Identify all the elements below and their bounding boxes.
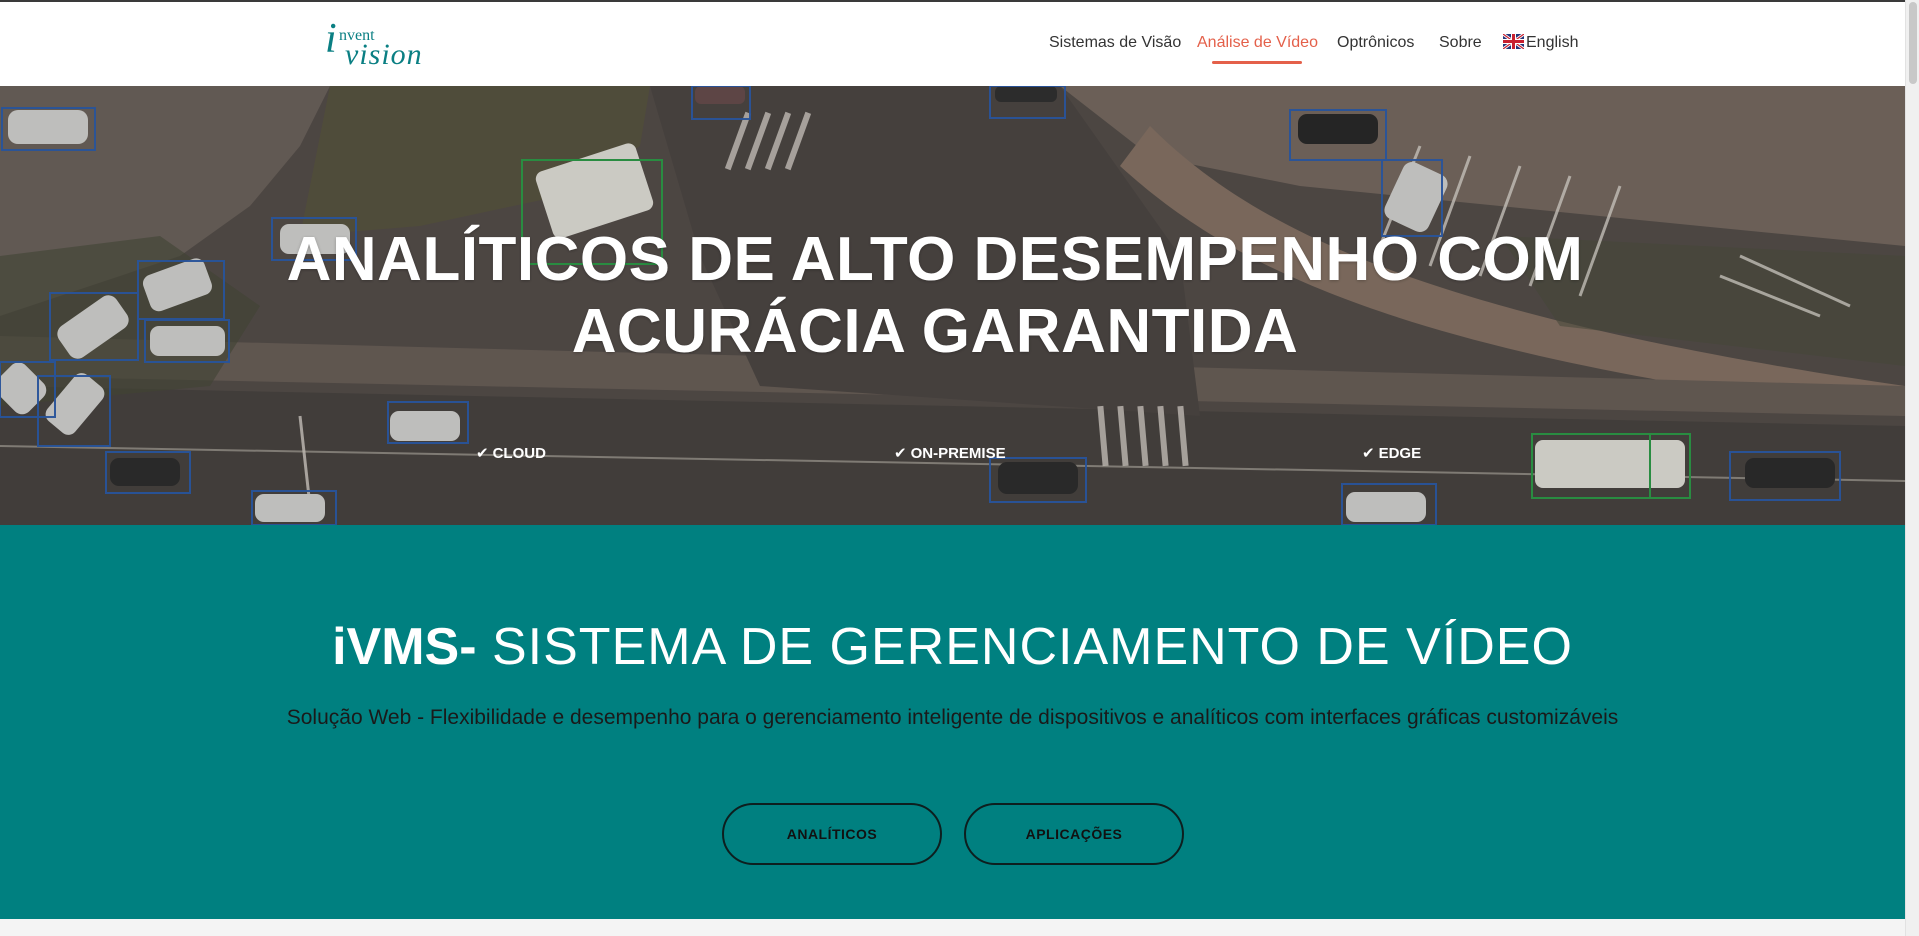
nav-sistemas-de-visao[interactable]: Sistemas de Visão: [1049, 33, 1181, 53]
nav-analise-de-video[interactable]: Análise de Vídeo: [1197, 33, 1318, 53]
feature-on-premise: ✔ ON-PREMISE: [894, 445, 1006, 463]
feature-cloud: ✔ CLOUD: [476, 445, 546, 463]
uk-flag-icon: [1503, 34, 1524, 49]
scrollbar-thumb[interactable]: [1909, 2, 1917, 84]
analiticos-button[interactable]: ANALÍTICOS: [722, 803, 942, 865]
aplicacoes-button[interactable]: APLICAÇÕES: [964, 803, 1184, 865]
ivms-title-text: SISTEMA DE GERENCIAMENTO DE VÍDEO: [476, 618, 1573, 676]
nav-sobre[interactable]: Sobre: [1439, 33, 1482, 53]
ivms-section: iVMS- SISTEMA DE GERENCIAMENTO DE VÍDEO …: [0, 525, 1905, 919]
nav-optronicos[interactable]: Optrônicos: [1337, 33, 1414, 53]
active-nav-underline: [1212, 61, 1302, 64]
invent-vision-logo[interactable]: i nvent vision: [325, 18, 435, 74]
feature-edge: ✔ EDGE: [1362, 445, 1421, 463]
nav-english[interactable]: English: [1503, 33, 1578, 53]
check-icon: ✔: [894, 445, 907, 462]
ivms-subtitle: Solução Web - Flexibilidade e desempenho…: [286, 706, 1619, 729]
feature-edge-label: EDGE: [1378, 445, 1422, 462]
vertical-scrollbar[interactable]: [1905, 0, 1919, 936]
hero-title-line-1: ANALÍTICOS DE ALTO DESEMPENHO COM: [286, 225, 1584, 294]
nav-english-label: English: [1526, 34, 1579, 51]
feature-on-premise-label: ON-PREMISE: [910, 445, 1006, 462]
hero-title: ANALÍTICOS DE ALTO DESEMPENHO COM ACURÁC…: [0, 224, 1870, 368]
hero-banner: ANALÍTICOS DE ALTO DESEMPENHO COM ACURÁC…: [0, 86, 1905, 525]
logo-text-vision: vision: [345, 38, 423, 71]
logo-letter-i: i: [325, 16, 337, 62]
ivms-brand: iVMS-: [332, 618, 477, 676]
ivms-title: iVMS- SISTEMA DE GERENCIAMENTO DE VÍDEO: [0, 617, 1905, 677]
hero-title-line-2: ACURÁCIA GARANTIDA: [571, 297, 1299, 366]
top-navbar: i nvent vision Sistemas de Visão Análise…: [0, 2, 1905, 86]
page-bottom-strip: [0, 919, 1905, 936]
check-icon: ✔: [476, 445, 489, 462]
check-icon: ✔: [1362, 445, 1375, 462]
feature-cloud-label: CLOUD: [492, 445, 546, 462]
